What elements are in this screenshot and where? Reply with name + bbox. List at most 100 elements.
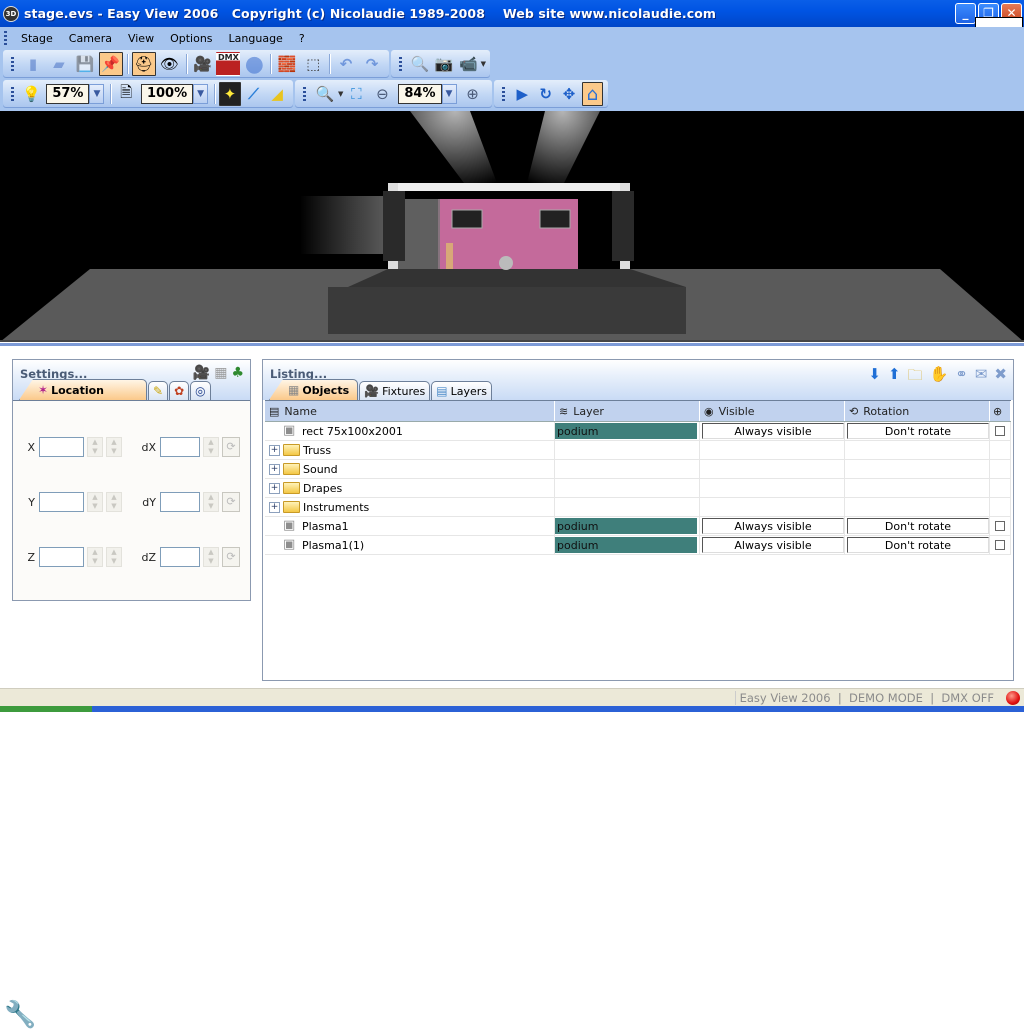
dy-cycle-icon[interactable]: ⟳: [222, 492, 240, 512]
minimize-button[interactable]: _: [955, 3, 976, 24]
tab-layers[interactable]: ▤ Layers: [431, 381, 493, 400]
layer-cell[interactable]: podium: [555, 517, 700, 535]
video-camera-icon[interactable]: 📹: [457, 52, 479, 76]
menu-view[interactable]: View: [120, 32, 162, 45]
tab-appearance[interactable]: ✿: [169, 381, 190, 400]
expand-icon[interactable]: +: [269, 463, 280, 475]
group-icon[interactable]: ✋: [930, 365, 949, 390]
rotation-cell[interactable]: Don't rotate: [845, 517, 990, 535]
tab-location[interactable]: ✶ Location: [19, 379, 147, 400]
dy-spinner[interactable]: ▲ ▼: [203, 492, 219, 512]
table-row[interactable]: ▣ Plasma1 podium Always visible Don't rotate: [265, 517, 1011, 536]
moving-head-icon[interactable]: 🎥: [191, 52, 215, 76]
rotation-cell[interactable]: [845, 479, 990, 497]
dz-cycle-icon[interactable]: ⟳: [222, 547, 240, 567]
column-visible[interactable]: ◉ Visible: [700, 401, 845, 421]
visible-value[interactable]: Always visible: [702, 537, 844, 553]
move-down-icon[interactable]: ⬇: [868, 365, 881, 390]
target-checkbox[interactable]: [995, 521, 1005, 531]
light-level-combo[interactable]: 57% ▼: [46, 84, 105, 104]
y-input[interactable]: [39, 492, 84, 512]
z-fine-spinner[interactable]: ▲ ▼: [106, 547, 122, 567]
chevron-down-icon[interactable]: ▼: [193, 84, 209, 104]
visible-cell[interactable]: [700, 479, 845, 497]
expand-icon[interactable]: +: [269, 482, 280, 494]
tab-rotation[interactable]: ◎: [190, 381, 211, 400]
layer-cell[interactable]: [555, 460, 700, 478]
stage-object-icon[interactable]: 🧱: [275, 52, 299, 76]
visible-cell[interactable]: [700, 460, 845, 478]
texture-level-value[interactable]: 100%: [140, 84, 194, 104]
zoom-out-icon[interactable]: ⊖: [370, 82, 394, 106]
target-checkbox[interactable]: [995, 426, 1005, 436]
column-layer[interactable]: ≋ Layer: [555, 401, 700, 421]
texture-level-combo[interactable]: 100% ▼: [140, 84, 209, 104]
layer-cell[interactable]: [555, 498, 700, 516]
grip-handle[interactable]: [502, 87, 505, 101]
dmx-icon[interactable]: DMX: [216, 52, 241, 76]
column-rotation[interactable]: ⟲ Rotation: [845, 401, 990, 421]
visible-cell[interactable]: [700, 498, 845, 516]
redo-icon[interactable]: ↷: [360, 52, 384, 76]
camera-icon[interactable]: 📷: [433, 52, 455, 76]
visible-cell[interactable]: [700, 441, 845, 459]
dz-input[interactable]: [160, 547, 200, 567]
menu-help[interactable]: ?: [291, 32, 313, 45]
column-name[interactable]: ▤ Name: [265, 401, 555, 421]
layer-cell[interactable]: podium: [555, 536, 700, 554]
pushpin-icon[interactable]: 📌: [98, 52, 123, 76]
rotation-value[interactable]: Don't rotate: [847, 518, 989, 534]
new-folder-icon[interactable]: 🗀: [908, 365, 923, 390]
new-file-icon[interactable]: ▮: [21, 52, 45, 76]
layer-cell[interactable]: podium: [555, 422, 700, 440]
chevron-down-icon[interactable]: ▼: [481, 60, 486, 68]
target-checkbox[interactable]: [995, 540, 1005, 550]
visible-cell[interactable]: Always visible: [700, 536, 845, 554]
fit-view-icon[interactable]: ⛶: [344, 82, 368, 106]
grip-handle[interactable]: [11, 87, 14, 101]
layer-value[interactable]: podium: [555, 423, 697, 439]
visible-value[interactable]: Always visible: [702, 423, 844, 439]
rotation-cell[interactable]: [845, 441, 990, 459]
chevron-down-icon[interactable]: ▼: [441, 84, 457, 104]
light-level-value[interactable]: 57%: [46, 84, 90, 104]
pointer-icon[interactable]: ▶: [512, 82, 533, 106]
layer-value[interactable]: podium: [555, 537, 697, 553]
z-spinner[interactable]: ▲ ▼: [87, 547, 103, 567]
3d-stage-viewport[interactable]: [0, 111, 1024, 342]
rotation-cell[interactable]: Don't rotate: [845, 422, 990, 440]
y-spinner[interactable]: ▲ ▼: [87, 492, 103, 512]
menu-stage[interactable]: Stage: [13, 32, 61, 45]
zoom-in-icon[interactable]: 🔍: [313, 82, 337, 106]
undo-icon[interactable]: ↶: [334, 52, 358, 76]
rotation-cell[interactable]: [845, 498, 990, 516]
3d-box-icon[interactable]: ⬚: [301, 52, 325, 76]
search-icon[interactable]: 🔍: [409, 52, 431, 76]
y-fine-spinner[interactable]: ▲ ▼: [106, 492, 122, 512]
visible-cell[interactable]: Always visible: [700, 422, 845, 440]
tab-objects[interactable]: ▦ Objects: [269, 379, 359, 400]
tools-icon[interactable]: 🔧: [4, 1000, 36, 1030]
tab-size[interactable]: ✎: [148, 381, 169, 400]
chevron-down-icon[interactable]: ▼: [89, 84, 105, 104]
visible-value[interactable]: Always visible: [702, 518, 844, 534]
table-row[interactable]: ▣ rect 75x100x2001 podium Always visible Don…: [265, 422, 1011, 441]
start-button[interactable]: [0, 706, 92, 712]
name-cell[interactable]: + Sound: [265, 460, 555, 478]
beam-glow-icon[interactable]: ✦: [219, 82, 241, 106]
x-input[interactable]: [39, 437, 84, 457]
zoom-plus-icon[interactable]: ⊕: [461, 82, 485, 106]
visible-cell[interactable]: Always visible: [700, 517, 845, 535]
chevron-down-icon[interactable]: ▼: [338, 90, 343, 98]
delete-icon[interactable]: ✖: [994, 365, 1007, 390]
grip-handle[interactable]: [11, 57, 14, 71]
name-cell[interactable]: ▣ Plasma1: [265, 517, 555, 535]
beam-cone-icon[interactable]: ◢: [266, 82, 288, 106]
rotation-cell[interactable]: Don't rotate: [845, 536, 990, 554]
name-cell[interactable]: + Drapes: [265, 479, 555, 497]
record-icon[interactable]: ●: [242, 52, 266, 77]
menu-options[interactable]: Options: [162, 32, 220, 45]
name-cell[interactable]: + Instruments: [265, 498, 555, 516]
menu-camera[interactable]: Camera: [61, 32, 120, 45]
expand-icon[interactable]: +: [269, 444, 280, 456]
